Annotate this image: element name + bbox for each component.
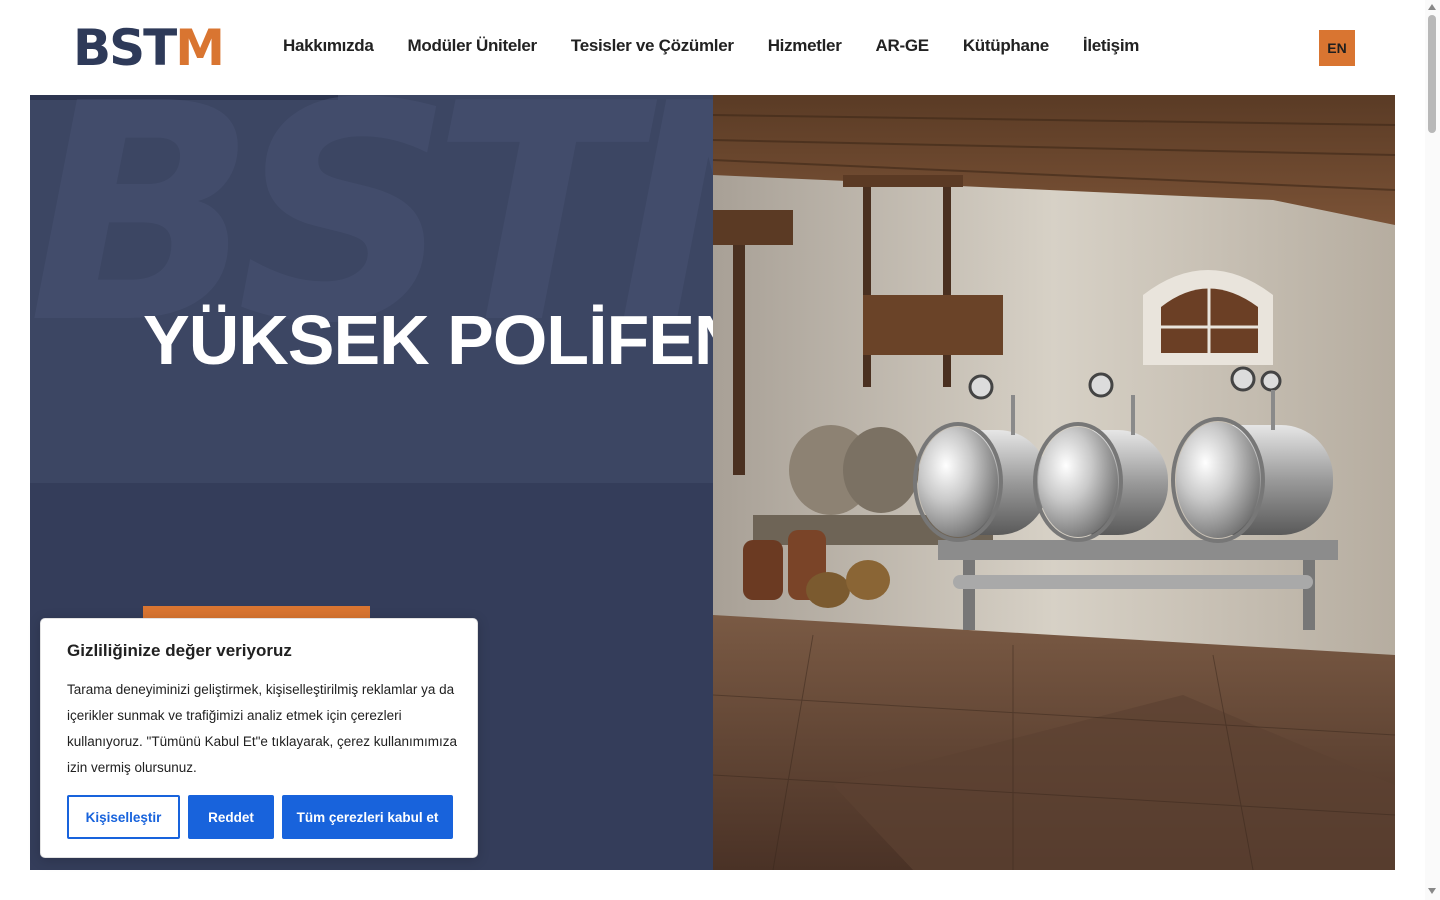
main-nav: Hakkımızda Modüler Üniteler Tesisler ve … [283,36,1139,56]
site-header: BST M Hakkımızda Modüler Üniteler Tesisle… [0,0,1425,95]
scrollbar-thumb[interactable] [1428,15,1436,133]
nav-item-about[interactable]: Hakkımızda [283,36,374,56]
nav-item-library[interactable]: Kütüphane [963,36,1049,56]
cookie-description: Tarama deneyiminizi geliştirmek, kişisel… [67,682,457,775]
hero-image [713,95,1395,870]
olive-mill-illustration [713,95,1395,870]
cookie-title: Gizliliğinize değer veriyoruz [67,641,292,660]
logo-text-accent: M [175,19,225,77]
scroll-down-icon[interactable] [1428,888,1436,894]
cookie-accept-all-button[interactable]: Tüm çerezleri kabul et [282,795,453,839]
cookie-consent-banner: Gizliliğinize değer veriyoruz Tarama den… [40,618,478,858]
nav-item-facilities[interactable]: Tesisler ve Çözümler [571,36,734,56]
scroll-up-icon[interactable] [1428,4,1436,10]
nav-item-services[interactable]: Hizmetler [768,36,842,56]
logo-text-dark: BST [73,19,177,77]
cookie-reject-button[interactable]: Reddet [188,795,274,839]
language-switch-button[interactable]: EN [1319,30,1355,66]
cookie-customize-button[interactable]: Kişiselleştir [67,795,180,839]
bstm-logo[interactable]: BST M [73,19,225,77]
nav-item-modular-units[interactable]: Modüler Üniteler [408,36,538,56]
page-scrollbar[interactable] [1425,0,1440,900]
nav-item-rnd[interactable]: AR-GE [876,36,930,56]
nav-item-contact[interactable]: İletişim [1083,36,1139,56]
